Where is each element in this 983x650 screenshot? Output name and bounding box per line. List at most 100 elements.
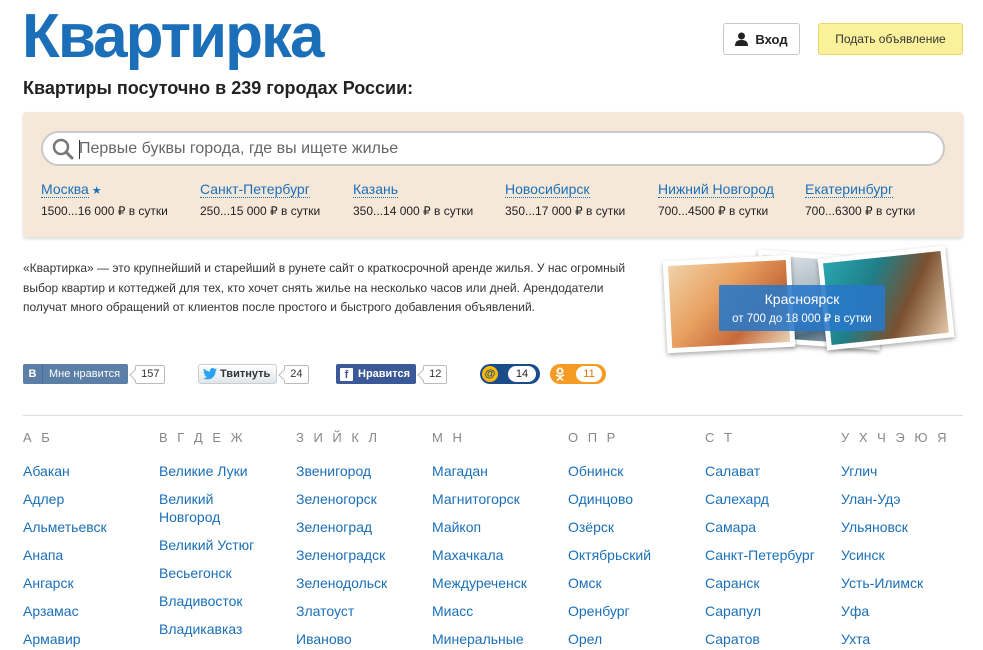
login-button[interactable]: Вход bbox=[723, 23, 800, 55]
city-link[interactable]: Анапа bbox=[23, 547, 63, 563]
city-link[interactable]: Владикавказ bbox=[159, 621, 242, 637]
popular-city-price: 700...4500 ₽ в сутки bbox=[658, 204, 769, 218]
city-link[interactable]: Зеленоград bbox=[296, 519, 372, 535]
popular-city-link[interactable]: Казань bbox=[353, 181, 399, 198]
city-link[interactable]: Усинск bbox=[841, 547, 885, 563]
city-link[interactable]: Уфа bbox=[841, 603, 869, 619]
city-link[interactable]: Зеленогорск bbox=[296, 491, 377, 507]
city-link[interactable]: Владивосток bbox=[159, 593, 243, 609]
site-logo[interactable]: Квартирка bbox=[22, 2, 325, 72]
vk-icon: В bbox=[23, 364, 43, 384]
tweet-label: Твитнуть bbox=[220, 368, 271, 380]
city-link[interactable]: Саранск bbox=[705, 575, 759, 591]
city-link[interactable]: Октябрьский bbox=[568, 547, 651, 563]
city-link[interactable]: Сарапул bbox=[705, 603, 761, 619]
city-link[interactable]: Улан-Удэ bbox=[841, 491, 901, 507]
city-link[interactable]: Армавир bbox=[23, 631, 81, 647]
city-link[interactable]: Салават bbox=[705, 463, 760, 479]
column-letters: У Х Ч Э Ю Я bbox=[841, 430, 950, 445]
post-ad-button[interactable]: Подать объявление bbox=[818, 23, 963, 55]
popular-city: Казань 350...14 000 ₽ в сутки bbox=[353, 181, 473, 218]
vk-like-count: 157 bbox=[135, 364, 166, 384]
city-link[interactable]: Орел bbox=[568, 631, 602, 647]
city-link[interactable]: Углич bbox=[841, 463, 877, 479]
popular-city-link[interactable]: Москва bbox=[41, 181, 89, 198]
city-link[interactable]: Адлер bbox=[23, 491, 64, 507]
city-column: С Т Салават Салехард Самара Санкт-Петерб… bbox=[705, 430, 840, 650]
column-letters: В Г Д Е Ж bbox=[159, 430, 246, 445]
city-column: А Б Абакан Адлер Альметьевск Анапа Ангар… bbox=[23, 430, 158, 650]
city-link[interactable]: Майкоп bbox=[432, 519, 481, 535]
mailru-share-button[interactable]: @ 14 bbox=[480, 364, 540, 384]
city-link[interactable]: Омск bbox=[568, 575, 602, 591]
vk-like-button[interactable]: В Мне нравится bbox=[23, 364, 129, 384]
city-link[interactable]: Ухта bbox=[841, 631, 870, 647]
facebook-like-count: 12 bbox=[423, 364, 448, 384]
city-link[interactable]: Альметьевск bbox=[23, 519, 107, 535]
city-link[interactable]: Магадан bbox=[432, 463, 488, 479]
popular-city-link[interactable]: Новосибирск bbox=[505, 181, 590, 198]
popular-city: Санкт-Петербург 250...15 000 ₽ в сутки bbox=[200, 181, 320, 218]
city-link[interactable]: Зеленоградск bbox=[296, 547, 385, 563]
city-link[interactable]: Златоуст bbox=[296, 603, 354, 619]
popular-city-price: 700...6300 ₽ в сутки bbox=[805, 204, 916, 218]
popular-city: Екатеринбург 700...6300 ₽ в сутки bbox=[805, 181, 915, 218]
city-column: З И Й К Л Звенигород Зеленогорск Зеленог… bbox=[296, 430, 431, 650]
city-link[interactable]: Зеленодольск bbox=[296, 575, 387, 591]
city-link[interactable]: Салехард bbox=[705, 491, 769, 507]
search-icon bbox=[52, 138, 74, 160]
city-link[interactable]: Обнинск bbox=[568, 463, 623, 479]
odnoklassniki-share-button[interactable]: 11 bbox=[550, 364, 606, 384]
city-link[interactable]: Великий Устюг bbox=[159, 537, 254, 553]
popular-city: Москва ★ 1500...16 000 ₽ в сутки bbox=[41, 181, 168, 218]
popular-city-link[interactable]: Нижний Новгород bbox=[658, 181, 774, 198]
city-link[interactable]: Ангарск bbox=[23, 575, 74, 591]
city-link[interactable]: Абакан bbox=[23, 463, 70, 479]
city-link[interactable]: Междуреченск bbox=[432, 575, 527, 591]
popular-city: Нижний Новгород 700...4500 ₽ в сутки bbox=[658, 181, 774, 218]
city-link[interactable]: Саратов bbox=[705, 631, 760, 647]
city-link[interactable]: Звенигород bbox=[296, 463, 371, 479]
facebook-like-button[interactable]: f Нравится bbox=[336, 364, 417, 384]
featured-city-name: Красноярск bbox=[764, 291, 840, 307]
city-link[interactable]: Арзамас bbox=[23, 603, 79, 619]
section-divider bbox=[23, 415, 963, 416]
city-link[interactable]: Магнитогорск bbox=[432, 491, 520, 507]
city-link[interactable]: Одинцово bbox=[568, 491, 633, 507]
city-link[interactable]: Махачкала bbox=[432, 547, 503, 563]
city-link[interactable]: Весьегонск bbox=[159, 565, 232, 581]
user-icon bbox=[735, 32, 749, 46]
city-link[interactable]: Иваново bbox=[296, 631, 352, 647]
search-box[interactable] bbox=[41, 131, 945, 166]
featured-city-badge[interactable]: Красноярск от 700 до 18 000 ₽ в сутки bbox=[719, 285, 885, 331]
social-buttons: В Мне нравится 157 Твитнуть 24 f Нравитс… bbox=[0, 364, 983, 386]
odnoklassniki-icon bbox=[555, 367, 565, 381]
twitter-share: Твитнуть 24 bbox=[198, 364, 309, 384]
city-link[interactable]: Оренбург bbox=[568, 603, 630, 619]
city-link[interactable]: Минеральные bbox=[432, 631, 524, 647]
city-column: О П Р Обнинск Одинцово Озёрск Октябрьски… bbox=[568, 430, 703, 650]
featured-city-card[interactable]: Красноярск от 700 до 18 000 ₽ в сутки bbox=[660, 245, 960, 370]
vk-like-label: Мне нравится bbox=[49, 368, 121, 380]
about-text: «Квартирка» — это крупнейший и старейший… bbox=[23, 261, 626, 314]
mailru-count: 14 bbox=[508, 366, 536, 382]
city-link[interactable]: Миасс bbox=[432, 603, 473, 619]
city-link[interactable]: Самара bbox=[705, 519, 756, 535]
column-letters: С Т bbox=[705, 430, 735, 445]
popular-city-price: 350...17 000 ₽ в сутки bbox=[505, 204, 626, 218]
city-search-input[interactable] bbox=[79, 136, 929, 162]
popular-city-link[interactable]: Санкт-Петербург bbox=[200, 181, 310, 198]
city-link[interactable]: Усть-Илимск bbox=[841, 575, 923, 591]
popular-city: Новосибирск 350...17 000 ₽ в сутки bbox=[505, 181, 625, 218]
popular-city-link[interactable]: Екатеринбург bbox=[805, 181, 894, 198]
city-link[interactable]: Ульяновск bbox=[841, 519, 908, 535]
city-link[interactable]: Великие Луки bbox=[159, 463, 248, 479]
column-letters: М Н bbox=[432, 430, 465, 445]
tweet-button[interactable]: Твитнуть bbox=[198, 364, 278, 384]
tweet-count: 24 bbox=[284, 364, 309, 384]
city-column: У Х Ч Э Ю Я Углич Улан-Удэ Ульяновск Уси… bbox=[841, 430, 976, 650]
city-link[interactable]: Санкт-Петербург bbox=[705, 547, 815, 563]
city-link[interactable]: Великий Новгород bbox=[159, 491, 220, 525]
facebook-icon: f bbox=[340, 367, 353, 381]
city-link[interactable]: Озёрск bbox=[568, 519, 614, 535]
